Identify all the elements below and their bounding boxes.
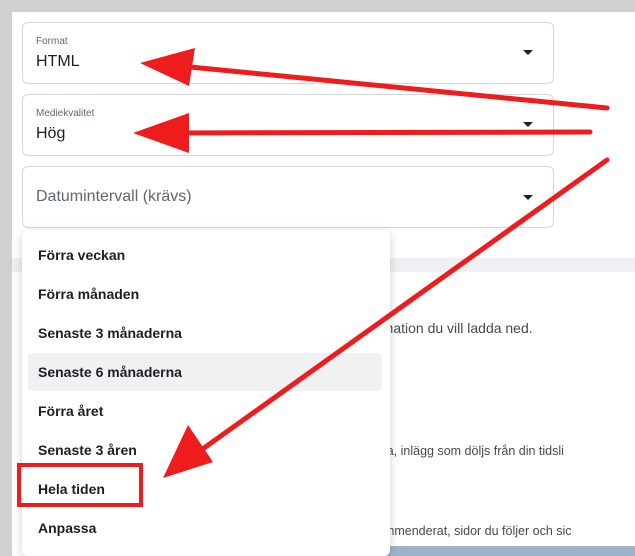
background-text-1: rmation du vill ladda ned. xyxy=(377,320,533,336)
date-range-select[interactable]: Datumintervall (krävs) xyxy=(22,166,554,228)
format-select[interactable]: Format HTML xyxy=(22,22,554,84)
date-option-last-3-months[interactable]: Senaste 3 månaderna xyxy=(28,314,382,352)
background-text-2: ida, inlägg som döljs från din tidsli xyxy=(377,444,564,458)
date-option-last-6-months[interactable]: Senaste 6 månaderna xyxy=(28,353,382,391)
media-quality-value: Hög xyxy=(36,125,66,142)
annotation-highlight-box xyxy=(17,463,143,507)
media-quality-select[interactable]: Mediekvalitet Hög xyxy=(22,94,554,156)
caret-down-icon xyxy=(523,122,533,127)
date-option-last-year[interactable]: Förra året xyxy=(28,392,382,430)
caret-down-icon xyxy=(523,195,533,200)
caret-down-icon xyxy=(523,50,533,55)
date-option-last-week[interactable]: Förra veckan xyxy=(28,236,382,274)
date-option-custom[interactable]: Anpassa xyxy=(28,509,382,547)
date-range-dropdown-menu: Förra veckan Förra månaden Senaste 3 mån… xyxy=(22,230,390,556)
media-quality-label: Mediekvalitet xyxy=(36,108,95,119)
background-text-3: ommenderat, sidor du följer och sic xyxy=(377,524,572,538)
date-range-placeholder: Datumintervall (krävs) xyxy=(36,188,192,205)
date-option-last-month[interactable]: Förra månaden xyxy=(28,275,382,313)
format-value: HTML xyxy=(36,53,80,70)
format-label: Format xyxy=(36,36,68,47)
